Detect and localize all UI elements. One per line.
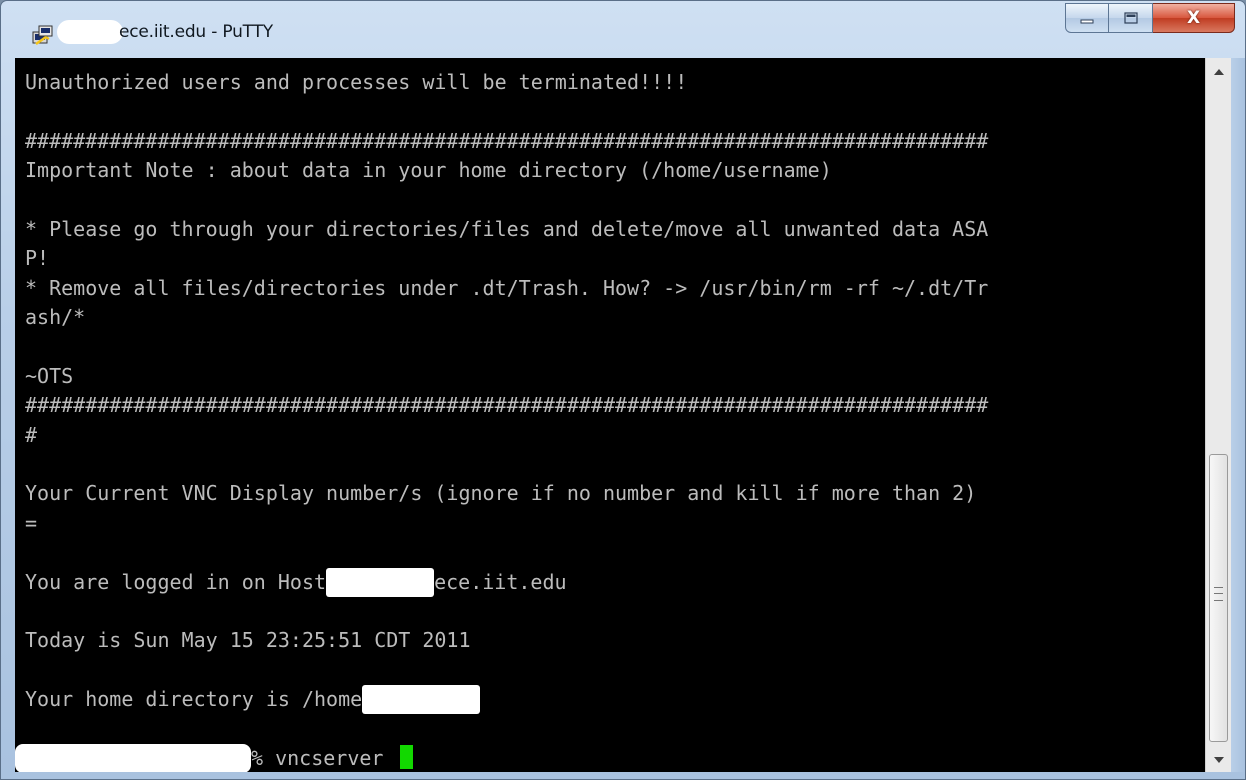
terminal-output: Unauthorized users and processes will be… <box>15 68 1205 773</box>
prompt-line: % vncserver <box>15 743 1205 773</box>
minimize-button[interactable] <box>1065 3 1109 33</box>
grip-icon <box>1214 587 1223 601</box>
maximize-button[interactable] <box>1109 3 1153 33</box>
close-icon: X <box>1186 8 1201 28</box>
maximize-icon <box>1123 12 1138 24</box>
terminal-line: = <box>25 510 38 535</box>
terminal-line: ########################################… <box>25 128 989 153</box>
vertical-scrollbar[interactable] <box>1205 58 1231 774</box>
terminal-line: * Remove all files/directories under .dt… <box>25 275 989 300</box>
terminal-line: * Please go through your directories/fil… <box>25 216 989 241</box>
terminal-line: Unauthorized users and processes will be… <box>25 70 688 94</box>
redacted-username <box>362 685 481 715</box>
terminal-line: ~OTS <box>25 363 74 388</box>
terminal-area[interactable]: Unauthorized users and processes will be… <box>15 58 1205 774</box>
caption-buttons: X <box>1065 3 1235 33</box>
terminal-line: P! <box>25 246 50 271</box>
redacted-prompt-user <box>15 743 251 773</box>
scroll-down-button[interactable] <box>1206 748 1231 772</box>
host-line-prefix: You are logged in on Host <box>25 569 339 594</box>
scroll-down-icon <box>1213 757 1224 763</box>
prompt-command: % vncserver <box>251 745 396 770</box>
terminal-line: Your Current VNC Display number/s (ignor… <box>25 481 977 506</box>
host-line: You are logged in on Host ece.iit.edu <box>25 567 1205 597</box>
terminal-line: ########################################… <box>25 393 989 418</box>
redacted-host <box>326 567 435 597</box>
redacted-hostname <box>57 20 123 44</box>
terminal-line: Important Note : about data in your home… <box>25 158 832 183</box>
window-title: ece.iit.edu - PuTTY <box>119 22 273 42</box>
scroll-up-button[interactable] <box>1206 60 1231 84</box>
close-button[interactable]: X <box>1153 3 1235 33</box>
scrollbar-thumb[interactable] <box>1209 454 1228 742</box>
terminal-cursor <box>399 744 413 769</box>
terminal-line: # <box>25 422 38 447</box>
minimize-icon <box>1080 19 1094 24</box>
host-line-suffix: ece.iit.edu <box>434 569 567 594</box>
home-dir-line: Your home directory is /home/ <box>25 685 1205 715</box>
home-dir-prefix: Your home directory is /home/ <box>25 687 375 712</box>
putty-icon[interactable] <box>31 23 55 47</box>
putty-window: ece.iit.edu - PuTTY X Unauthorized users… <box>0 0 1246 780</box>
scroll-up-icon <box>1213 69 1224 75</box>
title-bar[interactable]: ece.iit.edu - PuTTY X <box>1 1 1245 59</box>
terminal-line: Today is Sun May 15 23:25:51 CDT 2011 <box>25 628 471 653</box>
window-frame-right <box>1231 58 1245 779</box>
window-frame-bottom <box>1 772 1245 779</box>
terminal-line: ash/* <box>25 305 86 330</box>
